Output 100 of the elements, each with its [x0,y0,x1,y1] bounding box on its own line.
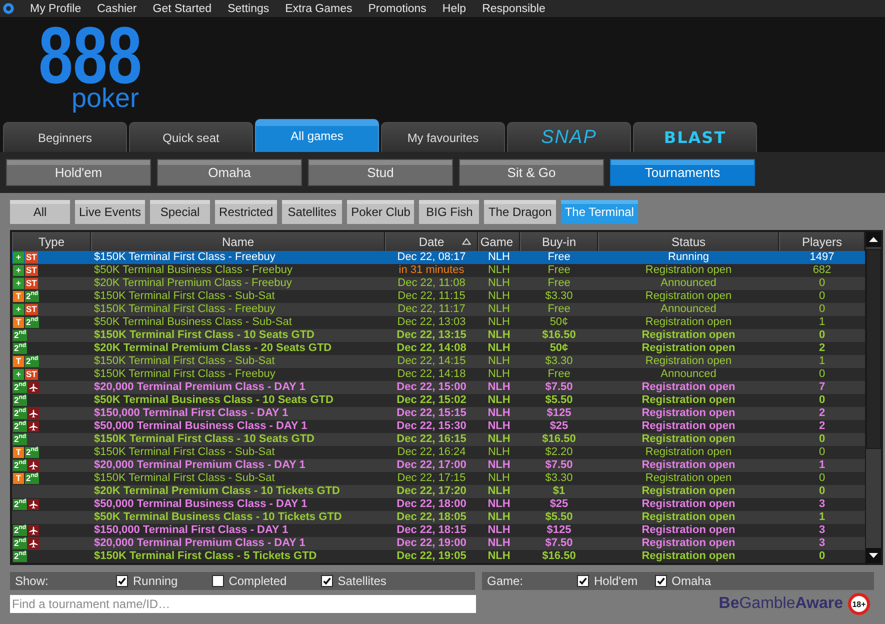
table-row[interactable]: 2$^{nd}$ $20,000 Terminal Premium Class - DAY 1 Dec 22, 19:00 NLH $7.50 Registration open 3 [12,537,865,550]
column-header[interactable]: Date [385,232,478,251]
table-cell-text: 1 [818,316,826,329]
checkbox[interactable] [212,575,224,587]
table-cell-text: $150K Terminal First Class - Sub-Sat [93,472,276,485]
column-header[interactable]: Name [91,232,385,251]
filter-tab[interactable]: Live Events [75,200,146,224]
table-cell-text: Registration open [640,524,736,537]
menu-item[interactable]: Extra Games [285,2,352,14]
table-cell-text: Registration open [640,433,736,446]
game-tab[interactable]: Stud [308,159,453,186]
menu-item[interactable]: Get Started [152,2,212,14]
lobby-tab[interactable]: SNAP [507,122,631,152]
table-cell-text: 0 [818,485,826,498]
table-row[interactable]: + ST $20K Terminal Premium Class - Freebuy Dec 22, 11:08 NLH Free Announced 0 [12,277,865,290]
search-field[interactable]: Find a tournament name/ID… [10,595,476,613]
table-cell-text: $125 [546,407,572,420]
filter-tab[interactable]: Poker Club [347,200,414,224]
table-cell-text: NLH [486,446,511,459]
column-header[interactable]: Buy-in [520,232,598,251]
table-cell-text: Dec 22, 15:02 [396,394,468,407]
table-cell-text: 0 [818,290,826,303]
table-row[interactable]: T 2$^{nd}$ $150K Terminal First Class - Sub-Sat Dec 22, 14:15 NLH $3.30 Registration open 1 [12,355,865,368]
filter-tab[interactable]: All [10,200,70,224]
lobby-tab[interactable]: All games [255,119,379,152]
column-header[interactable]: Status [598,232,779,251]
scrollbar-thumb[interactable] [866,249,881,449]
filter-tab[interactable]: BIG Fish [419,200,480,224]
table-row[interactable]: 2$^{nd}$ $150,000 Terminal First Class - DAY 1 Dec 22, 15:15 NLH $125 Registration open 2 [12,407,865,420]
table-cell-text: $16.50 [541,550,577,563]
checkbox-label[interactable]: Omaha [672,574,711,588]
table-row[interactable]: + ST $150K Terminal First Class - Freebuy Dec 22, 08:17 NLH Free Running 1497 [12,251,865,264]
menu-item[interactable]: Settings [228,2,270,14]
lobby-tab[interactable]: Beginners [3,122,127,152]
type-badge: 2$^{nd}$ [25,447,40,458]
table-cell-text: $20,000 Terminal Premium Class - DAY 1 [93,459,306,472]
menu-item[interactable]: Promotions [368,2,426,14]
table-cell-text: Registration open [640,550,736,563]
checkbox[interactable] [654,575,667,587]
filter-tab[interactable]: The Dragon [484,200,556,224]
type-badge: + [13,265,24,276]
filter-label: Game: [487,574,524,588]
menu-item[interactable]: Responsible [482,2,546,14]
checkbox[interactable] [320,575,333,587]
table-cell-text: Dec 22, 13:03 [396,316,467,329]
game-tab[interactable]: Tournaments [610,159,755,186]
table-cell-text: 2 [818,342,826,355]
table-cell-text: $150K Terminal First Class - Sub-Sat [93,446,276,459]
lobby-tab[interactable]: BLAST [633,122,757,152]
table-row[interactable]: 2$^{nd}$ $150K Terminal First Class - 10 Seats GTD Dec 22, 13:15 NLH $16.50 Registration open 0 [12,329,865,342]
scroll-down-button[interactable] [866,548,881,563]
table-cell-text: Registration open [640,420,736,433]
type-badge: 2$^{nd}$ [13,434,28,445]
table-cell-text: Announced [660,277,718,290]
filter-tab[interactable]: Restricted [215,200,278,224]
checkbox[interactable] [577,575,589,587]
table-cell-text: $3.30 [544,355,574,368]
filter-tab[interactable]: Satellites [282,200,342,224]
menu-item[interactable]: Cashier [97,2,137,14]
game-tab[interactable]: Omaha [157,159,302,186]
menu-item[interactable]: Help [442,2,466,14]
table-cell-text: NLH [486,420,512,433]
checkbox[interactable] [116,575,128,587]
checkbox-label[interactable]: Running [133,574,178,588]
lobby-tab[interactable]: Quick seat [129,122,253,152]
table-cell-text: $5.50 [544,394,574,407]
table-row[interactable]: 2$^{nd}$ $20,000 Terminal Premium Class - DAY 1 Dec 22, 15:00 NLH $7.50 Registration open 7 [12,381,865,394]
table-cell-text: Registration open [640,329,736,342]
game-tab[interactable]: Hold'em [6,159,151,186]
table-row[interactable]: $50K Terminal Business Class - 10 Tickets GTD Dec 22, 18:05 NLH $5.50 Registration open 1 [12,511,865,524]
table-cell-text: Registration open [640,485,736,498]
checkbox-label[interactable]: Hold'em [594,574,638,588]
table-cell-text: Dec 22, 13:15 [396,329,468,342]
table-row[interactable]: 2$^{nd}$ $20,000 Terminal Premium Class - DAY 1 Dec 22, 17:00 NLH $7.50 Registration open 1 [12,459,865,472]
type-badge: T [13,473,24,484]
table-row[interactable]: $20K Terminal Premium Class - 10 Tickets GTD Dec 22, 17:20 NLH $1 Registration open 0 [12,485,865,498]
table-cell-text: $150K Terminal First Class - 5 Tickets GTD [93,550,318,563]
filter-tab[interactable]: Special [150,200,210,224]
lobby-tab[interactable]: My favourites [381,122,505,152]
checkbox-label[interactable]: Satellites [338,574,386,588]
table-cell-text: Free [546,277,572,290]
checkbox-label[interactable]: Completed [228,574,287,588]
menu-item[interactable]: My Profile [30,2,82,14]
scroll-up-button[interactable] [866,232,881,247]
table-row[interactable]: + ST $150K Terminal First Class - Freebuy Dec 22, 11:17 NLH Free Announced 0 [12,303,865,316]
table-cell-text: Free [546,303,572,316]
table-cell-text: Dec 22, 19:00 [396,537,468,550]
table-cell-text: NLH [486,459,512,472]
app-icon[interactable] [3,3,14,14]
table-cell-text: 2 [818,420,826,433]
type-badge: 2$^{nd}$ [25,473,40,484]
column-header[interactable]: Type [12,232,91,251]
game-tab[interactable]: Sit & Go [459,159,604,186]
column-header[interactable]: Game [478,232,520,251]
type-badge: 2$^{nd}$ [25,356,40,367]
column-header[interactable]: Players [779,232,865,251]
type-badge: T [13,317,24,328]
table-cell-text: $2.20 [544,446,574,459]
table-row[interactable]: 2$^{nd}$ $150K Terminal First Class - 10 Seats GTD Dec 22, 16:15 NLH $16.50 Registration open 0 [12,433,865,446]
type-badge: 2$^{nd}$ [13,499,28,510]
